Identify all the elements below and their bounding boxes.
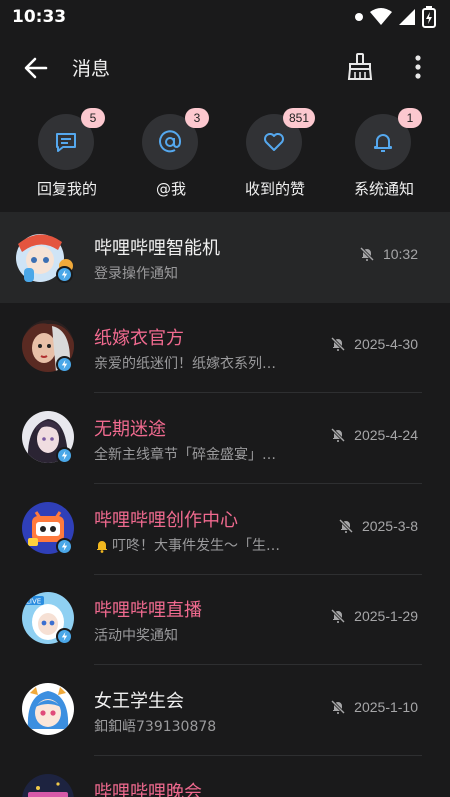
bell-ring-emoji-icon — [97, 541, 107, 553]
bell-off-icon — [359, 246, 375, 262]
app-bar: 消息 — [0, 34, 450, 100]
message-subtitle: 叮咚！大事件发生～「生… — [112, 538, 280, 554]
broom-icon[interactable] — [346, 52, 374, 82]
cell-signal-icon — [399, 9, 415, 25]
heart-icon — [264, 133, 284, 151]
message-time: 2025-1-10 — [354, 699, 418, 715]
verified-badge-icon — [56, 356, 73, 373]
bell-off-icon — [331, 336, 346, 352]
category-label: 回复我的 — [36, 180, 97, 198]
message-title: 哔哩哔哩晚会 — [94, 782, 202, 797]
status-time: 10:33 — [12, 7, 67, 27]
message-subtitle-wrap: 叮咚！大事件发生～「生… — [94, 535, 280, 555]
message-meta: 2025-1-29 — [330, 608, 418, 624]
category-system[interactable]: 1 系统通知 — [334, 108, 434, 204]
wifi-icon — [370, 8, 392, 25]
page-title: 消息 — [72, 58, 111, 80]
avatar — [22, 683, 74, 735]
category-label: 收到的赞 — [244, 180, 305, 198]
bell-off-icon — [331, 608, 346, 624]
message-title: 哔哩哔哩创作中心 — [94, 510, 238, 531]
message-subtitle: 釦釦峿739130878 — [94, 719, 217, 735]
svg-text:LIVE: LIVE — [26, 598, 41, 606]
message-row[interactable]: 纸嫁衣官方 亲爱的纸迷们！纸嫁衣系列… 2025-4-30 — [0, 302, 450, 393]
back-arrow-icon[interactable] — [22, 54, 50, 82]
message-meta: 2025-4-30 — [330, 336, 418, 352]
bell-off-icon — [331, 699, 346, 715]
message-time: 2025-1-29 — [354, 608, 418, 624]
message-meta: 2025-3-8 — [338, 518, 418, 534]
signal-dot-icon — [355, 13, 363, 21]
message-title: 女王学生会 — [94, 691, 184, 712]
category-mentions[interactable]: 3 @我 — [121, 108, 221, 204]
message-row[interactable]: 哔哩哔哩晚会 — [0, 756, 450, 797]
message-time: 2025-4-24 — [354, 427, 418, 443]
message-time: 2025-3-8 — [361, 518, 418, 534]
category-badge: 851 — [283, 108, 316, 128]
message-subtitle: 亲爱的纸迷们！纸嫁衣系列… — [94, 356, 276, 372]
message-row[interactable]: 无期迷途 全新主线章节「碎金盛宴」… 2025-4-24 — [0, 393, 450, 484]
message-subtitle: 活动中奖通知 — [94, 628, 178, 644]
status-bar: 10:33 — [0, 0, 450, 34]
message-row[interactable]: 女王学生会 釦釦峿739130878 2025-1-10 — [0, 665, 450, 756]
category-likes[interactable]: 851 收到的赞 — [225, 108, 325, 204]
verified-badge-icon — [56, 628, 73, 645]
battery-charging-icon — [422, 6, 436, 28]
status-icons — [354, 6, 436, 28]
verified-badge-icon — [56, 266, 73, 283]
message-time: 2025-4-30 — [354, 336, 418, 352]
message-title: 纸嫁衣官方 — [94, 328, 184, 349]
category-badge: 3 — [185, 108, 209, 128]
message-meta: 10:32 — [359, 246, 418, 262]
message-title: 哔哩哔哩直播 — [94, 600, 202, 621]
message-row[interactable]: LIVE 哔哩哔哩直播 活动中奖通知 2025-1-29 — [0, 574, 450, 665]
message-row[interactable]: 哔哩哔哩创作中心 叮咚！大事件发生～「生… 2025-3-8 — [0, 484, 450, 575]
message-time: 10:32 — [382, 246, 418, 262]
category-row: 5 回复我的 3 @我 851 收到的赞 1 系统通知 — [0, 100, 450, 210]
bell-icon — [374, 134, 392, 152]
at-sign-icon — [159, 130, 182, 153]
category-badge: 1 — [398, 108, 422, 128]
message-subtitle: 全新主线章节「碎金盛宴」… — [94, 447, 276, 463]
message-title: 哔哩哔哩智能机 — [94, 238, 220, 259]
message-meta: 2025-4-24 — [330, 427, 418, 443]
bell-off-icon — [338, 518, 354, 534]
message-row[interactable]: 哔哩哔哩智能机 登录操作通知 10:32 — [0, 212, 450, 303]
verified-badge-icon — [56, 447, 73, 464]
category-label: @我 — [155, 180, 186, 198]
category-replies[interactable]: 5 回复我的 — [17, 108, 117, 204]
verified-badge-icon — [56, 538, 73, 555]
more-vertical-icon[interactable] — [406, 52, 430, 82]
chat-bubble-icon — [56, 133, 76, 152]
bell-off-icon — [331, 427, 346, 443]
message-meta: 2025-1-10 — [330, 699, 418, 715]
message-title: 无期迷途 — [94, 419, 166, 440]
avatar — [22, 774, 74, 797]
category-badge: 5 — [81, 108, 105, 128]
message-subtitle: 登录操作通知 — [94, 266, 178, 282]
category-label: 系统通知 — [353, 180, 414, 198]
